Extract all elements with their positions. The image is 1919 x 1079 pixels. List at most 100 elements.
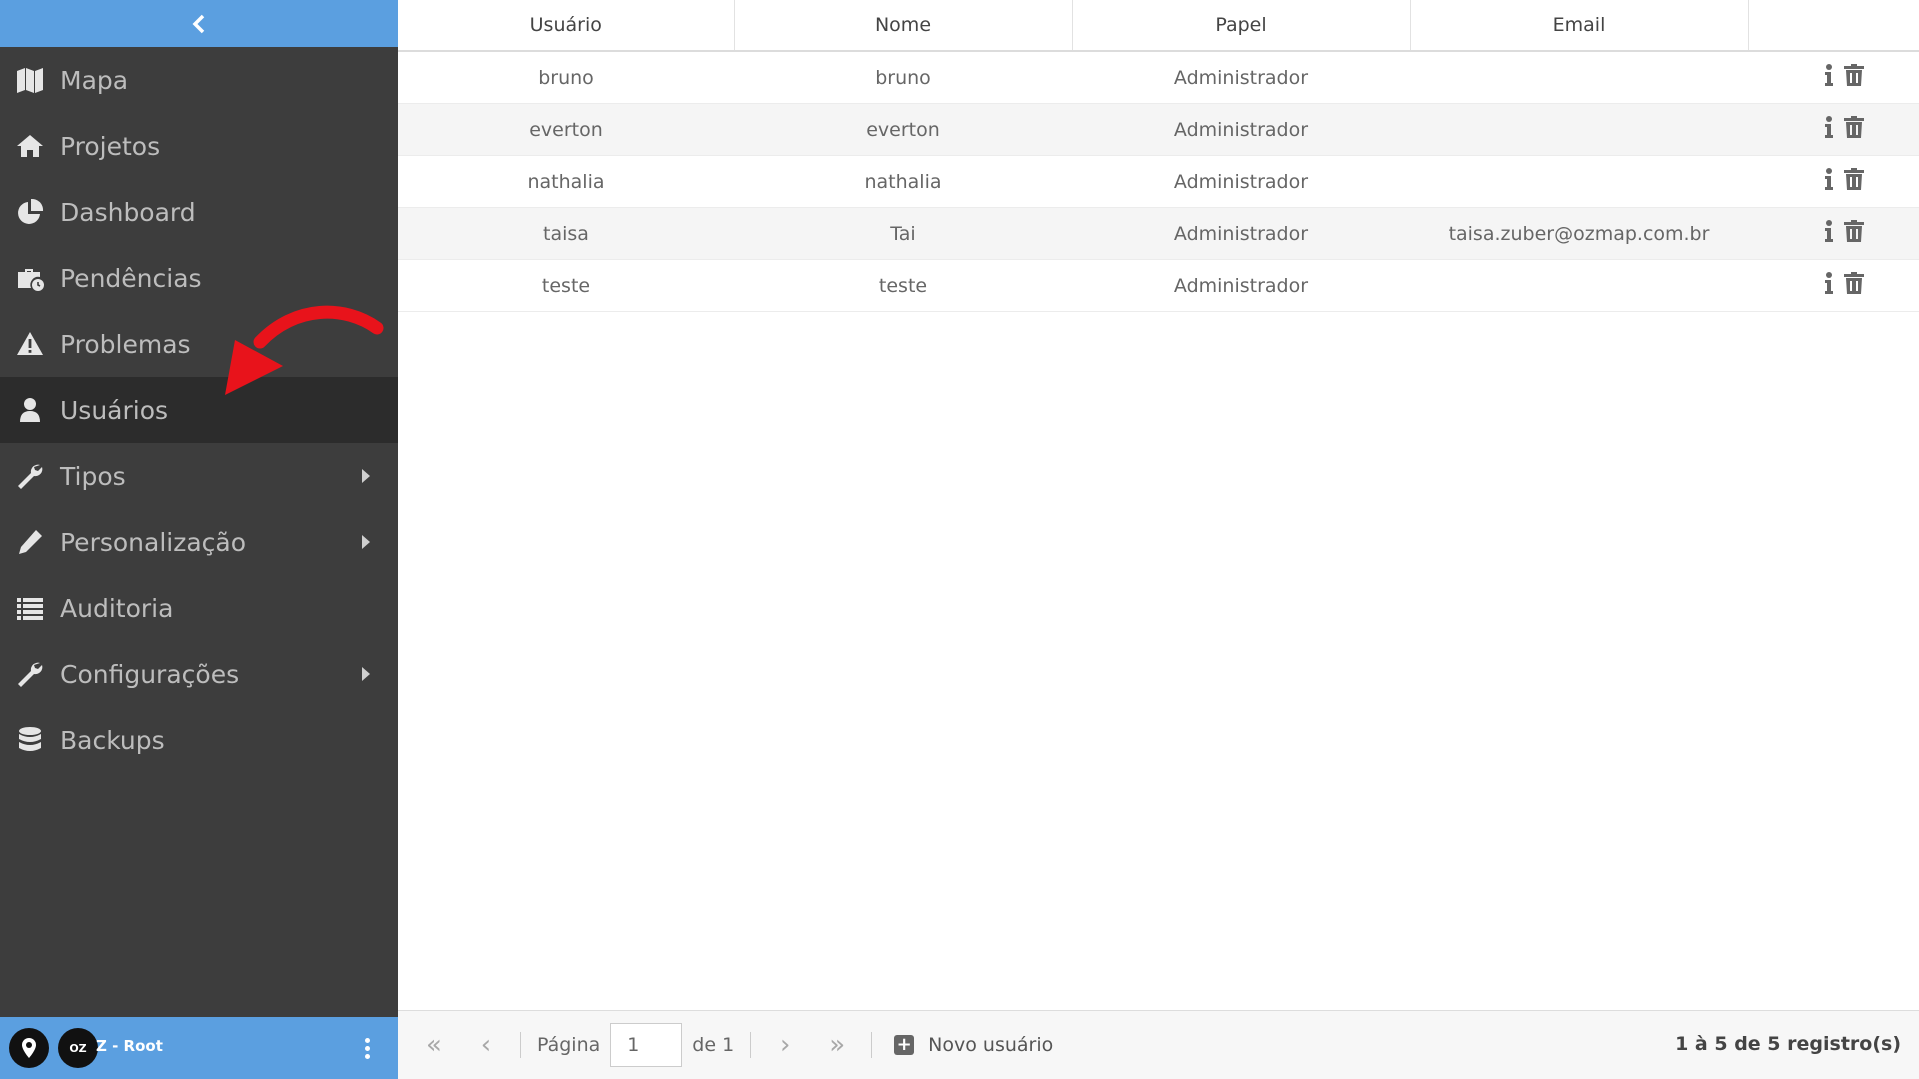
sidebar-item-label: Backups bbox=[60, 725, 165, 755]
caret-right-icon bbox=[362, 535, 370, 549]
oz-logo[interactable]: OZ bbox=[58, 1028, 98, 1068]
main-content: Usuário Nome Papel Email bruno bruno Adm… bbox=[398, 0, 1919, 1079]
cell-actions bbox=[1748, 103, 1919, 156]
sidebar-item-label: Usuários bbox=[60, 395, 169, 425]
table-row[interactable]: everton everton Administrador bbox=[398, 103, 1919, 156]
users-table: Usuário Nome Papel Email bruno bruno Adm… bbox=[398, 0, 1919, 312]
sidebar-item-mapa[interactable]: Mapa bbox=[0, 47, 398, 113]
info-icon[interactable] bbox=[1824, 272, 1834, 299]
more-options-icon[interactable] bbox=[365, 1038, 370, 1059]
map-icon bbox=[15, 65, 45, 95]
sidebar-menu: Mapa Projetos Dashboard Pendências Probl… bbox=[0, 47, 398, 773]
cell-nome: everton bbox=[734, 103, 1072, 156]
info-icon[interactable] bbox=[1824, 64, 1834, 91]
trash-icon[interactable] bbox=[1844, 168, 1864, 195]
sidebar-item-label: Mapa bbox=[60, 65, 129, 95]
sidebar-item-backups[interactable]: Backups bbox=[0, 707, 398, 773]
info-icon[interactable] bbox=[1824, 220, 1834, 247]
sidebar-item-label: Problemas bbox=[60, 329, 191, 359]
sidebar-item-auditoria[interactable]: Auditoria bbox=[0, 575, 398, 641]
info-icon[interactable] bbox=[1824, 168, 1834, 195]
pagination-bar: « ‹ Página de 1 › » + Novo usuário 1 à 5… bbox=[398, 1010, 1919, 1079]
cell-email bbox=[1410, 155, 1748, 208]
cell-usuario: teste bbox=[398, 259, 734, 312]
cell-nome: teste bbox=[734, 259, 1072, 312]
cell-nome: nathalia bbox=[734, 155, 1072, 208]
sidebar-item-dashboard[interactable]: Dashboard bbox=[0, 179, 398, 245]
page-label: Página bbox=[537, 1034, 601, 1056]
pie-chart-icon bbox=[15, 197, 45, 227]
cell-actions bbox=[1748, 51, 1919, 104]
cell-papel: Administrador bbox=[1072, 259, 1410, 312]
cell-papel: Administrador bbox=[1072, 207, 1410, 260]
collapse-sidebar-button[interactable] bbox=[0, 0, 398, 47]
sidebar-item-projetos[interactable]: Projetos bbox=[0, 113, 398, 179]
previous-page-icon[interactable]: ‹ bbox=[460, 1025, 512, 1065]
trash-icon[interactable] bbox=[1844, 116, 1864, 143]
home-icon bbox=[15, 131, 45, 161]
ozmap-logo[interactable] bbox=[9, 1028, 49, 1068]
cell-papel: Administrador bbox=[1072, 103, 1410, 156]
cell-actions bbox=[1748, 259, 1919, 312]
list-icon bbox=[15, 593, 45, 623]
sidebar-item-label: Dashboard bbox=[60, 197, 196, 227]
caret-right-icon bbox=[362, 667, 370, 681]
trash-icon[interactable] bbox=[1844, 64, 1864, 91]
column-header-actions bbox=[1748, 0, 1919, 52]
table-row[interactable]: nathalia nathalia Administrador bbox=[398, 155, 1919, 208]
footer-user-label: Z - Root bbox=[96, 1037, 163, 1055]
sidebar-item-tipos[interactable]: Tipos bbox=[0, 443, 398, 509]
trash-icon[interactable] bbox=[1844, 272, 1864, 299]
cell-email bbox=[1410, 259, 1748, 312]
sidebar-item-personalizacao[interactable]: Personalização bbox=[0, 509, 398, 575]
table-row[interactable]: taisa Tai Administrador taisa.zuber@ozma… bbox=[398, 207, 1919, 260]
table-row[interactable]: bruno bruno Administrador bbox=[398, 51, 1919, 104]
table-header-row: Usuário Nome Papel Email bbox=[398, 0, 1919, 52]
pager-separator bbox=[520, 1032, 521, 1058]
next-page-icon[interactable]: › bbox=[759, 1025, 811, 1065]
info-icon[interactable] bbox=[1824, 116, 1834, 143]
page-number-input[interactable] bbox=[610, 1023, 683, 1067]
page-total-label: de 1 bbox=[692, 1034, 735, 1056]
cell-actions bbox=[1748, 207, 1919, 260]
pager-separator bbox=[871, 1032, 873, 1058]
new-user-button[interactable]: + Novo usuário bbox=[894, 1034, 1053, 1056]
pager-separator bbox=[750, 1032, 752, 1058]
wrench-icon bbox=[15, 461, 45, 491]
map-pin-icon bbox=[22, 1038, 36, 1058]
oz-logo-text: OZ bbox=[69, 1041, 87, 1055]
sidebar-item-configuracoes[interactable]: Configurações bbox=[0, 641, 398, 707]
trash-icon[interactable] bbox=[1844, 220, 1864, 247]
new-user-label: Novo usuário bbox=[928, 1034, 1054, 1056]
sidebar-item-problemas[interactable]: Problemas bbox=[0, 311, 398, 377]
plus-icon: + bbox=[894, 1035, 915, 1055]
database-icon bbox=[15, 725, 45, 755]
table-row[interactable]: teste teste Administrador bbox=[398, 259, 1919, 312]
column-header-email[interactable]: Email bbox=[1410, 0, 1749, 52]
last-page-icon[interactable]: » bbox=[811, 1025, 863, 1065]
sidebar: Mapa Projetos Dashboard Pendências Probl… bbox=[0, 0, 398, 1079]
sidebar-item-label: Configurações bbox=[60, 659, 240, 689]
sidebar-item-label: Auditoria bbox=[60, 593, 174, 623]
sidebar-item-label: Personalização bbox=[60, 527, 247, 557]
sidebar-footer: OZ Z - Root bbox=[0, 1017, 398, 1079]
column-header-nome[interactable]: Nome bbox=[734, 0, 1073, 52]
cell-actions bbox=[1748, 155, 1919, 208]
records-count: 1 à 5 de 5 registro(s) bbox=[1675, 1033, 1901, 1055]
sidebar-item-label: Projetos bbox=[60, 131, 161, 161]
sidebar-item-pendencias[interactable]: Pendências bbox=[0, 245, 398, 311]
cell-email bbox=[1410, 103, 1748, 156]
column-header-usuario[interactable]: Usuário bbox=[398, 0, 735, 52]
cell-papel: Administrador bbox=[1072, 51, 1410, 104]
sidebar-item-usuarios[interactable]: Usuários bbox=[0, 377, 398, 443]
cell-usuario: taisa bbox=[398, 207, 734, 260]
cell-usuario: nathalia bbox=[398, 155, 734, 208]
sidebar-item-label: Pendências bbox=[60, 263, 202, 293]
briefcase-clock-icon bbox=[15, 263, 45, 293]
caret-right-icon bbox=[362, 469, 370, 483]
cell-nome: Tai bbox=[734, 207, 1072, 260]
first-page-icon[interactable]: « bbox=[408, 1025, 460, 1065]
cell-email bbox=[1410, 51, 1748, 104]
cell-usuario: bruno bbox=[398, 51, 734, 104]
column-header-papel[interactable]: Papel bbox=[1072, 0, 1411, 52]
